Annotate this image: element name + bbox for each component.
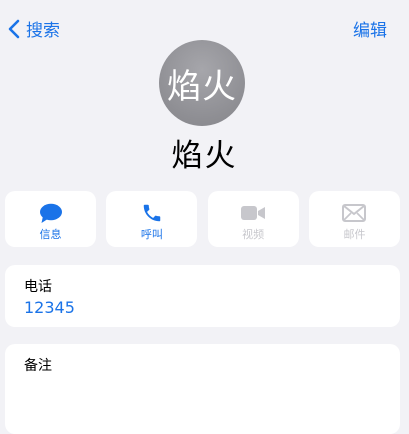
message-icon xyxy=(37,202,65,224)
phone-number-link[interactable]: 12345 xyxy=(24,298,75,317)
mail-button[interactable]: 邮件 xyxy=(308,191,400,247)
contact-name: 焰火 xyxy=(171,138,238,174)
video-icon xyxy=(239,202,267,224)
phone-icon xyxy=(138,202,166,224)
notes-card[interactable]: 备注 xyxy=(5,344,400,434)
message-button[interactable]: 信息 xyxy=(5,191,96,247)
phone-card: 电话 12345 xyxy=(5,265,400,327)
video-button[interactable]: 视频 xyxy=(207,191,299,247)
edit-button[interactable]: 编辑 xyxy=(353,16,387,41)
video-label: 视频 xyxy=(242,228,265,241)
avatar: 焰火 xyxy=(159,40,245,126)
message-label: 信息 xyxy=(39,228,62,241)
notes-label: 备注 xyxy=(24,358,52,374)
quick-actions: 信息 呼叫 视频 邮件 xyxy=(5,191,400,247)
back-label: 搜索 xyxy=(26,21,60,41)
call-button[interactable]: 呼叫 xyxy=(106,191,198,247)
back-button[interactable]: 搜索 xyxy=(8,16,60,41)
call-label: 呼叫 xyxy=(140,228,163,241)
chevron-left-icon xyxy=(8,19,20,38)
mail-icon xyxy=(340,202,368,224)
phone-label: 电话 xyxy=(24,279,52,295)
mail-label: 邮件 xyxy=(343,228,366,241)
